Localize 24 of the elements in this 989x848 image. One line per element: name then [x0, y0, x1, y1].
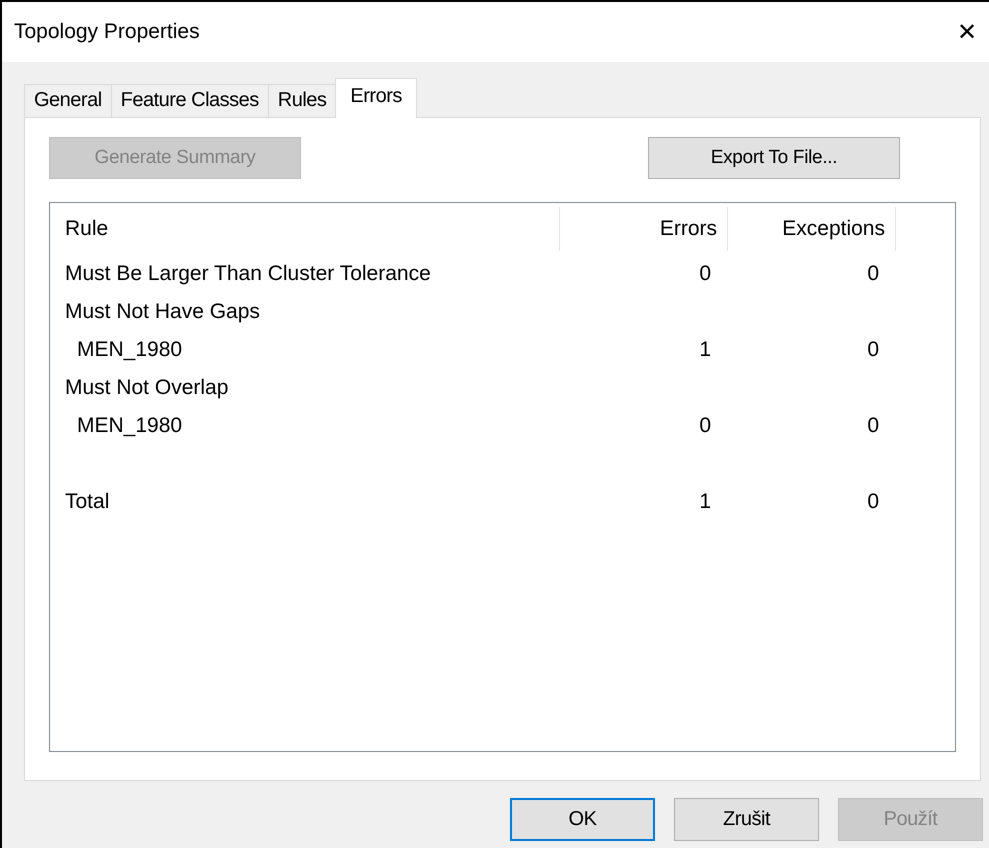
exceptions-cell-text: 0 [866, 338, 880, 362]
rule-cell-text: Must Be Larger Than Cluster Tolerance [64, 262, 432, 286]
column-header[interactable]: Errors [560, 207, 728, 251]
column-header[interactable]: Exceptions [728, 207, 896, 251]
dialog-button[interactable]: OK [510, 798, 655, 841]
dialog-button[interactable]: Zrušit [674, 798, 819, 841]
rule-cell-text: MEN_1980 [76, 414, 184, 438]
rule-cell-text: MEN_1980 [76, 338, 184, 362]
exceptions-cell-text: 0 [866, 490, 880, 514]
errors-cell-text: 0 [698, 262, 712, 286]
tab[interactable]: Errors [335, 78, 417, 118]
rule-cell-text: Must Not Overlap [64, 376, 230, 400]
tab[interactable]: General [24, 84, 112, 117]
window-title: Topology Properties [14, 20, 200, 44]
errors-cell-text: 0 [698, 414, 712, 438]
errors-cell-text: 1 [698, 338, 712, 362]
errors-cell-text: 1 [698, 490, 712, 514]
exceptions-cell-text: 0 [866, 262, 880, 286]
rule-cell-text: Total [64, 490, 110, 514]
close-button[interactable]: ✕ [953, 18, 981, 46]
export-button[interactable]: Export To File... [648, 137, 900, 179]
exceptions-cell-text: 0 [866, 414, 880, 438]
rule-cell-text: Must Not Have Gaps [64, 300, 261, 324]
column-header[interactable]: Rule [50, 207, 560, 251]
